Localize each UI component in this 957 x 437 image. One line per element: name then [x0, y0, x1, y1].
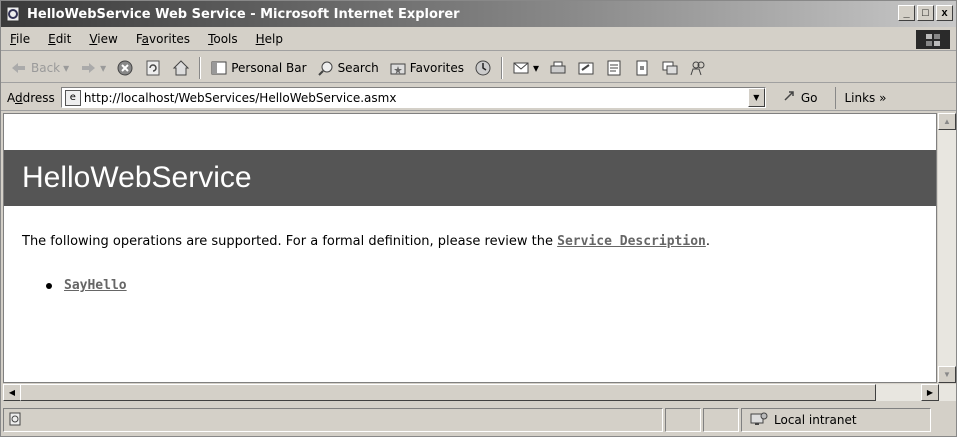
forward-arrow-icon — [79, 59, 97, 77]
operations-list: SayHello — [46, 278, 127, 293]
back-label: Back — [31, 60, 61, 75]
bullet-icon — [46, 282, 52, 289]
ie-page-icon — [5, 6, 23, 22]
back-arrow-icon — [10, 59, 28, 77]
mail-button[interactable]: ▾ — [507, 55, 544, 81]
browser-window: HelloWebService Web Service - Microsoft … — [0, 0, 957, 437]
contacts-people-icon — [689, 59, 707, 77]
intranet-zone-icon — [750, 411, 768, 430]
intro-sentence: The following operations are supported. … — [22, 234, 558, 249]
go-label: Go — [800, 90, 818, 105]
page-status-icon — [8, 412, 22, 429]
print-button[interactable] — [544, 55, 572, 81]
service-description-link[interactable]: Service Description — [557, 234, 706, 249]
document-button[interactable] — [628, 55, 656, 81]
title-bar[interactable]: HelloWebService Web Service - Microsoft … — [1, 1, 956, 27]
minimize-button[interactable]: _ — [898, 5, 915, 21]
print-icon — [549, 59, 567, 77]
standard-toolbar: Back ▾ ▾ Personal Bar Search Favorites ▾ — [1, 53, 956, 83]
window-title: HelloWebService Web Service - Microsoft … — [27, 6, 460, 22]
menu-tools[interactable]: Tools — [199, 32, 247, 46]
address-url[interactable]: http://localhost/WebServices/HelloWebSer… — [84, 91, 397, 105]
status-pane — [703, 408, 739, 432]
status-pane — [665, 408, 701, 432]
list-item: SayHello — [46, 278, 127, 293]
intro-text: The following operations are supported. … — [22, 234, 710, 249]
page-title: HelloWebService — [22, 161, 252, 194]
page-banner: HelloWebService — [4, 150, 936, 206]
home-icon — [172, 59, 190, 77]
forward-button[interactable]: ▾ — [74, 55, 111, 81]
horizontal-scroll-thumb[interactable] — [20, 384, 876, 401]
back-dropdown-icon[interactable]: ▾ — [63, 61, 69, 75]
document-icon — [633, 59, 651, 77]
favorites-folder-icon — [389, 59, 407, 77]
personal-bar-button[interactable]: Personal Bar — [205, 55, 311, 81]
home-button[interactable] — [167, 55, 195, 81]
edit-page-icon — [577, 59, 595, 77]
search-button[interactable]: Search — [312, 55, 384, 81]
ie-logo-icon — [916, 30, 950, 49]
status-bar: Local intranet — [1, 404, 956, 436]
menu-view[interactable]: View — [80, 32, 126, 46]
security-zone: Local intranet — [741, 408, 931, 432]
go-arrow-icon — [782, 88, 798, 107]
favorites-button[interactable]: Favorites — [384, 55, 469, 81]
scroll-right-icon[interactable]: ▶ — [921, 384, 939, 401]
address-bar: Address e http://localhost/WebServices/H… — [1, 85, 956, 111]
stop-button[interactable] — [111, 55, 139, 81]
toolbar-separator — [501, 56, 504, 79]
discuss-button[interactable] — [600, 55, 628, 81]
search-label: Search — [337, 60, 379, 75]
go-button[interactable]: Go — [782, 88, 818, 107]
page-icon: e — [64, 89, 81, 106]
personal-bar-icon — [210, 59, 228, 77]
address-dropdown-icon[interactable]: ▼ — [747, 88, 765, 107]
status-message — [3, 408, 663, 432]
edit-button[interactable] — [572, 55, 600, 81]
refresh-icon — [144, 59, 162, 77]
discuss-icon — [605, 59, 623, 77]
history-icon — [474, 59, 492, 77]
menu-help[interactable]: Help — [247, 32, 292, 46]
address-field[interactable]: e http://localhost/WebServices/HelloWebS… — [60, 87, 766, 108]
search-icon — [317, 59, 335, 77]
forward-dropdown-icon[interactable]: ▾ — [100, 61, 106, 75]
mail-dropdown-icon[interactable]: ▾ — [533, 61, 539, 75]
scroll-left-icon[interactable]: ◀ — [3, 384, 21, 401]
scroll-up-icon[interactable]: ▲ — [938, 113, 956, 130]
mail-icon — [512, 59, 530, 77]
history-button[interactable] — [469, 55, 497, 81]
messenger-icon — [661, 59, 679, 77]
maximize-button[interactable]: □ — [917, 5, 934, 21]
address-label: Address — [7, 90, 55, 105]
menu-bar: File Edit View Favorites Tools Help — [1, 28, 956, 51]
operation-link-sayhello[interactable]: SayHello — [64, 278, 127, 293]
close-button[interactable]: x — [936, 5, 953, 21]
favorites-label: Favorites — [409, 60, 465, 75]
links-button[interactable]: Links » — [835, 86, 886, 109]
back-button[interactable]: Back ▾ — [5, 55, 74, 81]
toolbar-separator — [199, 56, 202, 79]
personal-bar-label: Personal Bar — [231, 60, 307, 75]
scroll-down-icon[interactable]: ▼ — [938, 366, 956, 383]
page-content: HelloWebService The following operations… — [3, 113, 937, 383]
zone-label: Local intranet — [774, 413, 857, 427]
contacts-button[interactable] — [684, 55, 712, 81]
refresh-button[interactable] — [139, 55, 167, 81]
menu-edit[interactable]: Edit — [39, 32, 80, 46]
menu-file[interactable]: File — [1, 32, 39, 46]
menu-favorites[interactable]: Favorites — [127, 32, 199, 46]
horizontal-scrollbar[interactable]: ◀ ▶ — [3, 383, 956, 401]
vertical-scrollbar[interactable]: ▲ ▼ — [938, 113, 956, 383]
stop-icon — [116, 59, 134, 77]
intro-period: . — [705, 234, 710, 249]
messenger-button[interactable] — [656, 55, 684, 81]
